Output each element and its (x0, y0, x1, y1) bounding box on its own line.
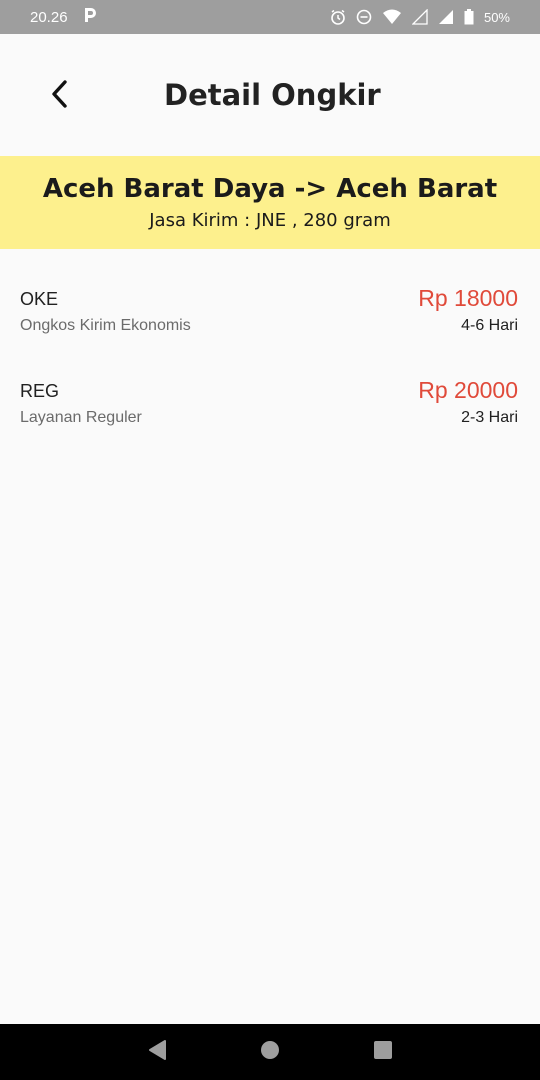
status-bar: 20.26 50% (0, 0, 540, 34)
service-price: Rp 18000 (418, 285, 518, 311)
chevron-left-icon (50, 79, 70, 114)
status-time: 20.26 (30, 8, 68, 26)
service-eta: 2-3 Hari (461, 409, 518, 426)
back-triangle-icon (147, 1039, 167, 1066)
home-circle-icon (260, 1040, 280, 1065)
service-eta: 4-6 Hari (461, 317, 518, 334)
service-item-oke[interactable]: OKE Ongkos Kirim Ekonomis Rp 18000 4-6 H… (0, 249, 540, 341)
wifi-icon (382, 9, 402, 25)
nav-back-button[interactable] (142, 1037, 172, 1067)
service-description: Ongkos Kirim Ekonomis (20, 317, 191, 334)
service-code: REG (20, 381, 60, 401)
back-button[interactable] (40, 74, 80, 118)
nav-home-button[interactable] (255, 1037, 285, 1067)
service-description: Layanan Reguler (20, 409, 142, 426)
service-price: Rp 20000 (418, 377, 518, 403)
signal-empty-icon (411, 9, 428, 25)
screen: 20.26 50% Detail Ongkir Aceh Barat Daya … (0, 0, 540, 1080)
battery-percent: 50% (483, 9, 510, 25)
alarm-icon (330, 9, 346, 25)
route-subtitle: Jasa Kirim : JNE , 280 gram (149, 210, 391, 231)
app-bar: Detail Ongkir (0, 34, 540, 156)
navigation-bar (0, 1024, 540, 1080)
status-left: 20.26 (30, 7, 98, 27)
service-list: OKE Ongkos Kirim Ekonomis Rp 18000 4-6 H… (0, 249, 540, 433)
route-title: Aceh Barat Daya -> Aceh Barat (42, 174, 498, 204)
battery-icon (464, 9, 474, 25)
service-code: OKE (20, 289, 59, 309)
dnd-icon (356, 9, 372, 25)
signal-icon (438, 9, 454, 25)
nav-recents-button[interactable] (368, 1037, 398, 1067)
route-banner: Aceh Barat Daya -> Aceh Barat Jasa Kirim… (0, 156, 540, 249)
p-icon (82, 7, 98, 27)
status-right: 50% (330, 9, 510, 25)
service-item-reg[interactable]: REG Layanan Reguler Rp 20000 2-3 Hari (0, 341, 540, 433)
recents-square-icon (373, 1040, 393, 1065)
page-title: Detail Ongkir (164, 78, 381, 112)
